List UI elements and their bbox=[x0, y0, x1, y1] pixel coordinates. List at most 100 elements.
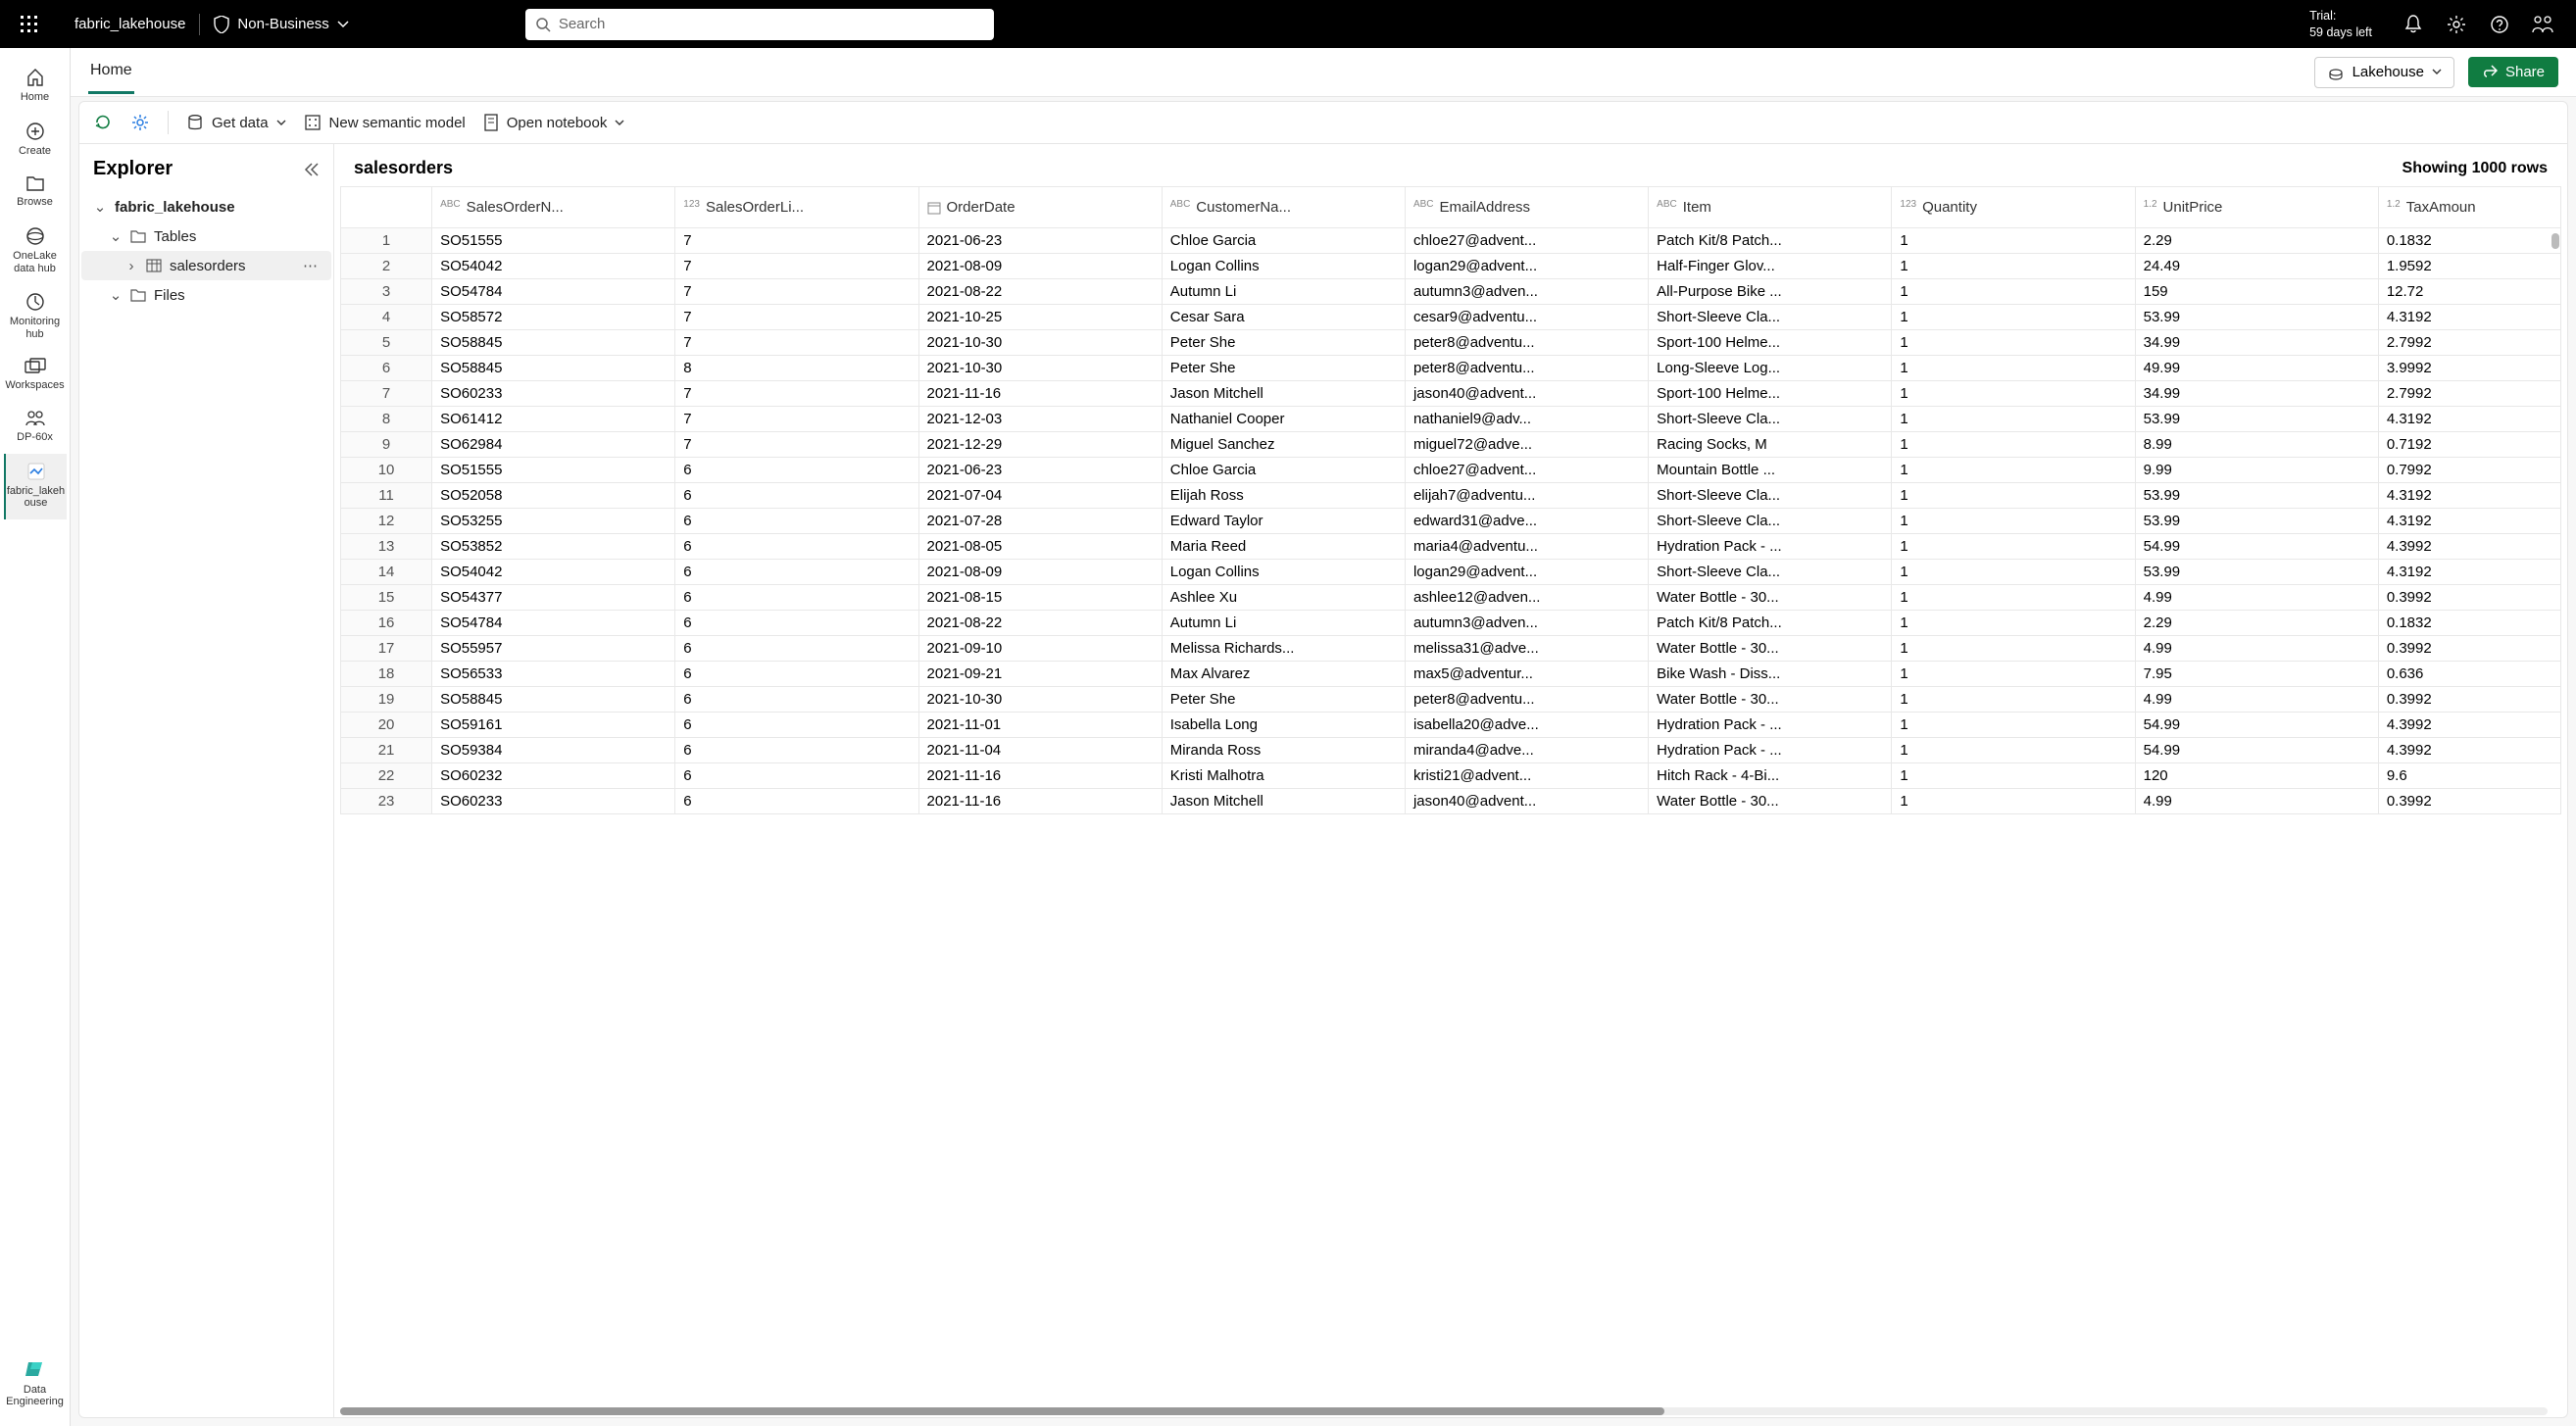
data-cell[interactable]: Logan Collins bbox=[1162, 254, 1405, 279]
data-cell[interactable]: 7 bbox=[675, 228, 918, 254]
table-row[interactable]: 21SO5938462021-11-04Miranda Rossmiranda4… bbox=[341, 738, 2561, 763]
tab-home[interactable]: Home bbox=[88, 50, 134, 94]
column-header[interactable]: 1.2TaxAmoun bbox=[2378, 187, 2560, 228]
data-cell[interactable]: 0.7992 bbox=[2378, 458, 2560, 483]
data-cell[interactable]: 7 bbox=[675, 407, 918, 432]
data-cell[interactable]: 53.99 bbox=[2135, 305, 2378, 330]
data-cell[interactable]: All-Purpose Bike ... bbox=[1649, 279, 1892, 305]
data-cell[interactable]: 2021-10-30 bbox=[918, 356, 1162, 381]
data-cell[interactable]: 1 bbox=[1892, 713, 2135, 738]
column-header[interactable]: ABCSalesOrderN... bbox=[432, 187, 675, 228]
data-cell[interactable]: 7.95 bbox=[2135, 662, 2378, 687]
data-cell[interactable]: elijah7@adventu... bbox=[1405, 483, 1648, 509]
data-cell[interactable]: 1 bbox=[1892, 356, 2135, 381]
data-cell[interactable]: Bike Wash - Diss... bbox=[1649, 662, 1892, 687]
data-cell[interactable]: SO55957 bbox=[432, 636, 675, 662]
data-cell[interactable]: SO60232 bbox=[432, 763, 675, 789]
data-cell[interactable]: 7 bbox=[675, 254, 918, 279]
rail-fabric-lakehouse[interactable]: fabric_lakeh ouse bbox=[4, 454, 67, 519]
table-row[interactable]: 23SO6023362021-11-16Jason Mitchelljason4… bbox=[341, 789, 2561, 814]
data-cell[interactable]: 53.99 bbox=[2135, 509, 2378, 534]
data-cell[interactable]: 0.3992 bbox=[2378, 636, 2560, 662]
data-cell[interactable]: Cesar Sara bbox=[1162, 305, 1405, 330]
data-cell[interactable]: SO58845 bbox=[432, 356, 675, 381]
data-cell[interactable]: 1 bbox=[1892, 636, 2135, 662]
data-cell[interactable]: 6 bbox=[675, 789, 918, 814]
refresh-button[interactable] bbox=[93, 113, 113, 132]
data-cell[interactable]: 1 bbox=[1892, 662, 2135, 687]
data-cell[interactable]: 4.3192 bbox=[2378, 560, 2560, 585]
data-cell[interactable]: SO53852 bbox=[432, 534, 675, 560]
rail-workspaces[interactable]: Workspaces bbox=[4, 350, 67, 402]
data-cell[interactable]: Sport-100 Helme... bbox=[1649, 381, 1892, 407]
data-cell[interactable]: 34.99 bbox=[2135, 330, 2378, 356]
data-cell[interactable]: 24.49 bbox=[2135, 254, 2378, 279]
table-row[interactable]: 19SO5884562021-10-30Peter Shepeter8@adve… bbox=[341, 687, 2561, 713]
data-cell[interactable]: SO54784 bbox=[432, 279, 675, 305]
data-cell[interactable]: 1 bbox=[1892, 483, 2135, 509]
data-cell[interactable]: chloe27@advent... bbox=[1405, 228, 1648, 254]
table-row[interactable]: 15SO5437762021-08-15Ashlee Xuashlee12@ad… bbox=[341, 585, 2561, 611]
scrollbar-thumb[interactable] bbox=[340, 1407, 1664, 1415]
table-row[interactable]: 4SO5857272021-10-25Cesar Saracesar9@adve… bbox=[341, 305, 2561, 330]
data-cell[interactable]: 0.1832 bbox=[2378, 228, 2560, 254]
data-cell[interactable]: 159 bbox=[2135, 279, 2378, 305]
workspace-title[interactable]: fabric_lakehouse bbox=[74, 16, 185, 32]
table-row[interactable]: 18SO5653362021-09-21Max Alvarezmax5@adve… bbox=[341, 662, 2561, 687]
data-cell[interactable]: 53.99 bbox=[2135, 483, 2378, 509]
data-grid[interactable]: ABCSalesOrderN...123SalesOrderLi...Order… bbox=[340, 186, 2561, 814]
data-cell[interactable]: SO54784 bbox=[432, 611, 675, 636]
data-cell[interactable]: SO59161 bbox=[432, 713, 675, 738]
data-cell[interactable]: 4.3192 bbox=[2378, 483, 2560, 509]
data-cell[interactable]: 1 bbox=[1892, 789, 2135, 814]
data-cell[interactable]: 2021-11-04 bbox=[918, 738, 1162, 763]
data-cell[interactable]: Maria Reed bbox=[1162, 534, 1405, 560]
data-cell[interactable]: 4.3992 bbox=[2378, 534, 2560, 560]
vertical-scrollbar[interactable] bbox=[2551, 233, 2559, 249]
data-cell[interactable]: SO54042 bbox=[432, 560, 675, 585]
table-row[interactable]: 3SO5478472021-08-22Autumn Liautumn3@adve… bbox=[341, 279, 2561, 305]
data-cell[interactable]: 9.6 bbox=[2378, 763, 2560, 789]
data-cell[interactable]: 2021-09-10 bbox=[918, 636, 1162, 662]
data-cell[interactable]: 53.99 bbox=[2135, 407, 2378, 432]
data-cell[interactable]: Autumn Li bbox=[1162, 611, 1405, 636]
data-cell[interactable]: Water Bottle - 30... bbox=[1649, 636, 1892, 662]
data-cell[interactable]: peter8@adventu... bbox=[1405, 356, 1648, 381]
data-cell[interactable]: logan29@advent... bbox=[1405, 254, 1648, 279]
data-cell[interactable]: 2021-10-30 bbox=[918, 687, 1162, 713]
data-cell[interactable]: Hitch Rack - 4-Bi... bbox=[1649, 763, 1892, 789]
data-cell[interactable]: 1 bbox=[1892, 381, 2135, 407]
data-cell[interactable]: Kristi Malhotra bbox=[1162, 763, 1405, 789]
column-header[interactable]: OrderDate bbox=[918, 187, 1162, 228]
data-cell[interactable]: 1 bbox=[1892, 458, 2135, 483]
data-cell[interactable]: 6 bbox=[675, 585, 918, 611]
data-cell[interactable]: Hydration Pack - ... bbox=[1649, 713, 1892, 738]
data-cell[interactable]: peter8@adventu... bbox=[1405, 687, 1648, 713]
table-row[interactable]: 12SO5325562021-07-28Edward Tayloredward3… bbox=[341, 509, 2561, 534]
data-cell[interactable]: Water Bottle - 30... bbox=[1649, 585, 1892, 611]
horizontal-scrollbar[interactable] bbox=[340, 1407, 2548, 1415]
table-row[interactable]: 5SO5884572021-10-30Peter Shepeter8@adven… bbox=[341, 330, 2561, 356]
data-cell[interactable]: 6 bbox=[675, 636, 918, 662]
data-cell[interactable]: 4.3192 bbox=[2378, 407, 2560, 432]
data-cell[interactable]: 6 bbox=[675, 662, 918, 687]
data-cell[interactable]: Ashlee Xu bbox=[1162, 585, 1405, 611]
data-cell[interactable]: 1 bbox=[1892, 763, 2135, 789]
table-row[interactable]: 9SO6298472021-12-29Miguel Sanchezmiguel7… bbox=[341, 432, 2561, 458]
settings-gear-button[interactable] bbox=[130, 113, 150, 132]
data-cell[interactable]: SO51555 bbox=[432, 458, 675, 483]
data-cell[interactable]: 1 bbox=[1892, 305, 2135, 330]
rail-home[interactable]: Home bbox=[4, 60, 67, 114]
data-cell[interactable]: Max Alvarez bbox=[1162, 662, 1405, 687]
column-header[interactable]: 123Quantity bbox=[1892, 187, 2135, 228]
table-row[interactable]: 14SO5404262021-08-09Logan Collinslogan29… bbox=[341, 560, 2561, 585]
data-cell[interactable]: 34.99 bbox=[2135, 381, 2378, 407]
data-cell[interactable]: SO59384 bbox=[432, 738, 675, 763]
data-cell[interactable]: 0.3992 bbox=[2378, 789, 2560, 814]
data-cell[interactable]: 12.72 bbox=[2378, 279, 2560, 305]
settings-icon[interactable] bbox=[2435, 3, 2478, 46]
data-cell[interactable]: 4.99 bbox=[2135, 636, 2378, 662]
table-row[interactable]: 16SO5478462021-08-22Autumn Liautumn3@adv… bbox=[341, 611, 2561, 636]
rail-create[interactable]: Create bbox=[4, 114, 67, 168]
data-cell[interactable]: 6 bbox=[675, 763, 918, 789]
